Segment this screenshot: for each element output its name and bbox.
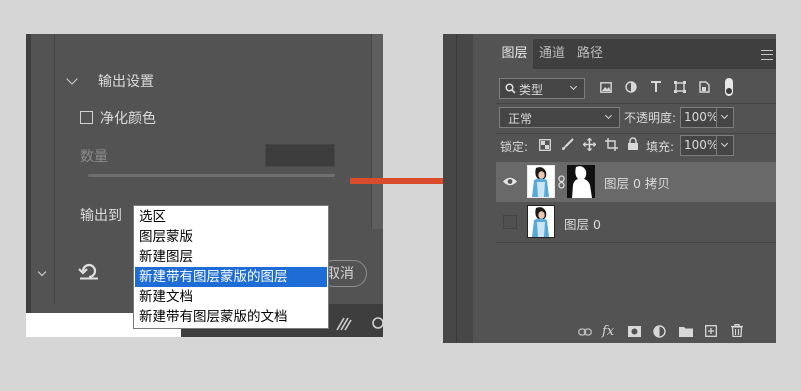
lock-all-icon[interactable]: [627, 137, 639, 151]
chevron-down-icon: [604, 111, 613, 120]
layer-row[interactable]: 图层 0: [496, 202, 776, 242]
shape-filter-icon[interactable]: [674, 81, 686, 93]
tab-paths[interactable]: 路径: [571, 39, 609, 69]
chevron-down-icon[interactable]: [37, 267, 47, 277]
panel-tab-bar: 图层 通道 路径: [496, 39, 776, 69]
layer-mask-thumbnail[interactable]: [567, 165, 595, 198]
smart-object-filter-icon[interactable]: [698, 81, 710, 93]
lock-label: 锁定:: [500, 140, 529, 154]
side-dock: [443, 34, 473, 343]
panel-scrollbar[interactable]: [371, 34, 383, 229]
visibility-toggle[interactable]: [503, 215, 517, 229]
separator: [496, 133, 776, 134]
decontaminate-label: 净化颜色: [100, 111, 156, 127]
type-filter-icon[interactable]: [650, 81, 662, 93]
chevron-down-icon: [720, 139, 729, 148]
reset-icon[interactable]: [78, 262, 100, 280]
dropdown-option-layer-mask[interactable]: 图层蒙版: [135, 227, 327, 247]
eye-icon[interactable]: [502, 176, 518, 187]
dropdown-option-new-layer[interactable]: 新建图层: [135, 247, 327, 267]
panel-divider: [54, 34, 55, 304]
fill-dropdown[interactable]: [716, 135, 734, 156]
adjustment-filter-icon[interactable]: [625, 81, 637, 93]
panel-menu-icon[interactable]: [761, 50, 773, 60]
trash-icon[interactable]: [731, 324, 743, 337]
amount-slider[interactable]: [88, 174, 335, 177]
new-group-icon[interactable]: [679, 326, 693, 337]
amount-field[interactable]: [265, 144, 335, 167]
separator: [496, 242, 776, 243]
dropdown-option-new-document-with-mask[interactable]: 新建带有图层蒙版的文档: [135, 307, 327, 327]
separator: [496, 103, 776, 104]
output-settings-title: 输出设置: [98, 74, 154, 90]
layers-panel: 图层 通道 路径 类型 正常 不透明度: 100% 锁定: 填充: 100% 图…: [443, 34, 776, 343]
link-icon[interactable]: [558, 175, 565, 189]
hatch-icon[interactable]: [336, 317, 352, 331]
search-icon: [505, 83, 516, 94]
layer-thumbnail[interactable]: [527, 165, 555, 198]
layer-thumbnail[interactable]: [527, 205, 555, 238]
output-to-dropdown[interactable]: 选区 图层蒙版 新建图层 新建带有图层蒙版的图层 新建文档 新建带有图层蒙版的文…: [133, 205, 329, 329]
output-to-label: 输出到: [80, 208, 122, 224]
blend-mode-value: 正常: [508, 112, 533, 126]
dock-divider: [456, 34, 457, 343]
filter-kind-label: 类型: [519, 83, 544, 97]
layers-bottom-bar: fx: [496, 322, 776, 343]
new-layer-icon[interactable]: [705, 325, 717, 337]
fill-value: 100%: [684, 138, 719, 152]
lock-image-pixels-icon[interactable]: [561, 138, 574, 151]
opacity-value: 100%: [684, 110, 719, 124]
lock-position-icon[interactable]: [583, 138, 596, 151]
add-mask-icon[interactable]: [628, 326, 641, 337]
layer-row[interactable]: 图层 0 拷贝: [496, 162, 776, 202]
tab-layers[interactable]: 图层: [496, 39, 533, 69]
amount-label: 数量: [80, 149, 108, 165]
opacity-label: 不透明度:: [624, 111, 677, 125]
link-layers-icon[interactable]: [578, 328, 592, 336]
adjustment-layer-icon[interactable]: [653, 325, 666, 338]
lock-transparent-pixels-icon[interactable]: [539, 139, 551, 151]
chevron-down-icon: [569, 82, 578, 91]
tab-channels[interactable]: 通道: [533, 39, 571, 69]
dropdown-option-new-document[interactable]: 新建文档: [135, 287, 327, 307]
opacity-dropdown[interactable]: [716, 107, 734, 128]
fx-icon[interactable]: fx: [602, 324, 614, 339]
filter-kind-select[interactable]: 类型: [499, 78, 585, 99]
chevron-down-icon: [720, 111, 729, 120]
layer-name[interactable]: 图层 0 拷贝: [604, 173, 670, 192]
layer-name[interactable]: 图层 0: [564, 214, 601, 233]
image-filter-icon[interactable]: [600, 82, 612, 93]
target-icon[interactable]: [371, 316, 383, 330]
decontaminate-checkbox[interactable]: [80, 111, 93, 124]
fill-label: 填充:: [646, 140, 675, 154]
chevron-down-icon[interactable]: [66, 73, 78, 85]
lock-artboard-icon[interactable]: [605, 138, 618, 151]
panel-edge: [26, 34, 31, 337]
blend-mode-select[interactable]: 正常: [499, 107, 620, 128]
dropdown-option-selection[interactable]: 选区: [135, 207, 327, 227]
dropdown-option-new-layer-with-mask[interactable]: 新建带有图层蒙版的图层: [135, 267, 327, 287]
filter-toggle-switch[interactable]: [725, 78, 733, 96]
